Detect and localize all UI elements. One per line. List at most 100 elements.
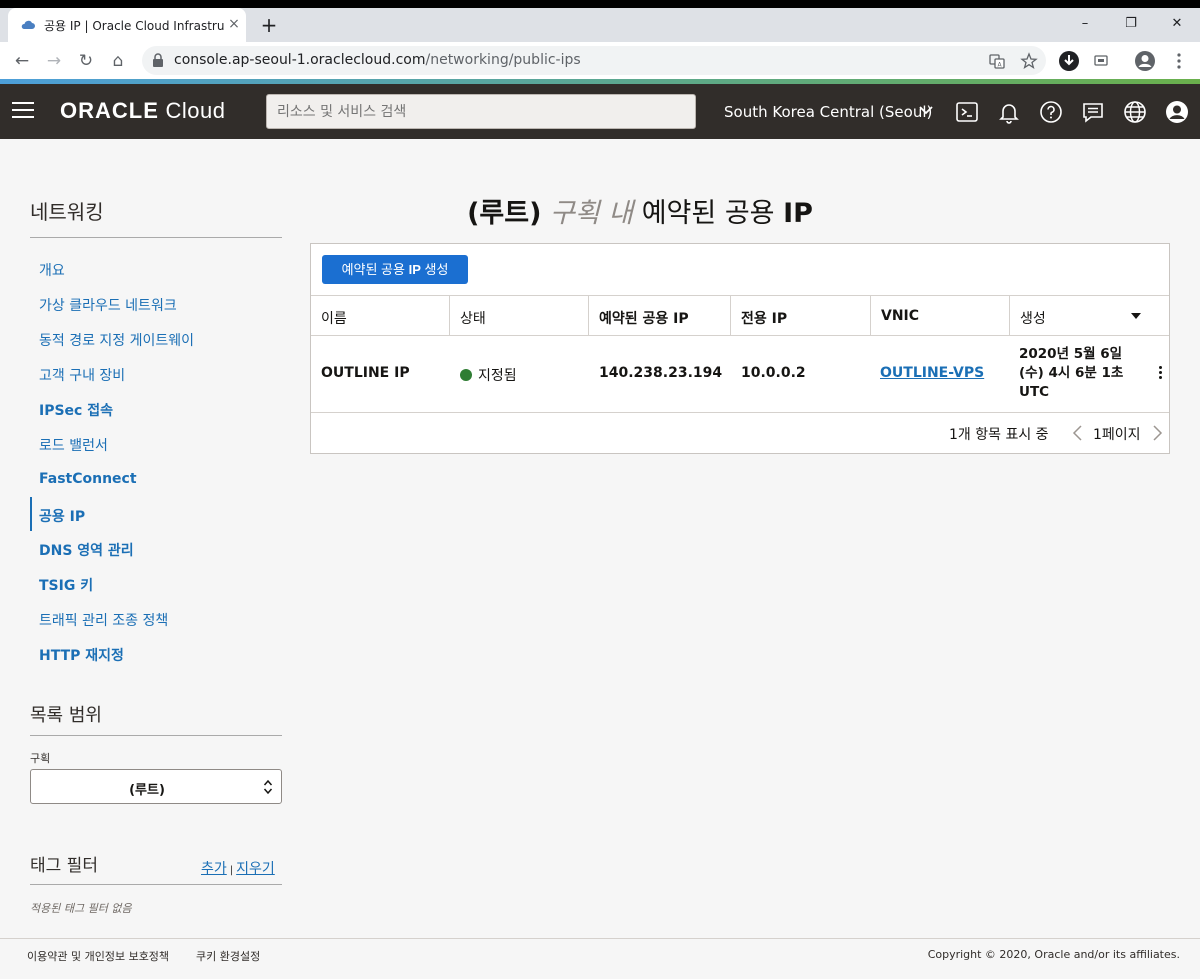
sidebar-item-vcn[interactable]: 가상 클라우드 네트워크 xyxy=(39,295,177,315)
brand-bold: ORACLE xyxy=(60,98,159,123)
pagination-page: 1페이지 xyxy=(1093,427,1141,443)
create-button-suffix: 생성 xyxy=(420,262,449,277)
reload-icon[interactable]: ↻ xyxy=(74,49,98,73)
active-item-indicator xyxy=(30,497,32,531)
sidebar-title: 네트워킹 xyxy=(30,200,104,224)
terms-privacy-link[interactable]: 이용약관 및 개인정보 보호정책 xyxy=(27,948,169,964)
help-icon[interactable] xyxy=(1039,100,1063,124)
cookie-preferences-link[interactable]: 쿠키 환경설정 xyxy=(196,948,260,964)
title-compartment: (루트) xyxy=(467,198,542,229)
scope-divider xyxy=(30,735,282,736)
table-header: 이름 상태 예약된 공용 IP 전용 IP VNIC 생성 xyxy=(311,295,1169,336)
title-main: 예약된 공용 xyxy=(641,198,784,229)
sidebar-item-drg[interactable]: 동적 경로 지정 게이트웨이 xyxy=(39,330,194,350)
clear-tag-filter-link[interactable]: 지우기 xyxy=(236,861,275,877)
status-available-icon xyxy=(460,369,472,381)
hamburger-menu-icon[interactable] xyxy=(12,102,34,120)
sidebar-item-traffic-steering[interactable]: 트래픽 관리 조종 정책 xyxy=(39,610,168,630)
tag-filter-title: 태그 필터 xyxy=(30,856,98,876)
chevron-right-icon[interactable] xyxy=(1150,425,1164,441)
column-header-created[interactable]: 생성 xyxy=(1010,296,1169,336)
profile-icon[interactable] xyxy=(1134,50,1156,72)
sidebar-item-http-redirect[interactable]: HTTP 재지정 xyxy=(39,645,124,665)
list-scope-title: 목록 범위 xyxy=(30,705,102,726)
sidebar-item-dns[interactable]: DNS 영역 관리 xyxy=(39,540,134,560)
url-host: console.ap-seoul-1.oraclecloud.com xyxy=(174,52,426,68)
table-row: OUTLINE IP 지정됨 140.238.23.194 10.0.0.2 O… xyxy=(311,336,1169,413)
row-actions-kebab-icon[interactable] xyxy=(1157,366,1163,382)
column-header-status[interactable]: 상태 xyxy=(450,296,589,336)
tab-title: 공용 IP | Oracle Cloud Infrastruc xyxy=(44,19,224,33)
page-title: (루트) 구획 내 예약된 공용 IP xyxy=(310,191,970,230)
tag-filter-actions: 추가 | 지우기 xyxy=(201,858,275,878)
title-ip: IP xyxy=(783,198,813,229)
public-ip-table-panel: 예약된 공용 IP 생성 이름 상태 예약된 공용 IP 전용 IP VNIC … xyxy=(310,243,1170,454)
sidebar-item-fastconnect[interactable]: FastConnect xyxy=(39,471,137,487)
cell-name: OUTLINE IP xyxy=(321,365,410,381)
brand-light: Cloud xyxy=(158,98,226,123)
translate-icon[interactable]: A xyxy=(988,52,1006,70)
tag-divider xyxy=(30,884,282,885)
chevron-down-icon[interactable] xyxy=(918,102,934,118)
cell-vnic-link[interactable]: OUTLINE-VPS xyxy=(880,365,984,381)
pagination: 1개 항목 표시 중 1페이지 xyxy=(311,422,1169,444)
compartment-label: 구획 xyxy=(30,752,51,765)
column-header-name[interactable]: 이름 xyxy=(311,296,450,336)
sidebar-divider xyxy=(30,237,282,238)
status-text: 지정됨 xyxy=(478,368,517,384)
sidebar-item-load-balancer[interactable]: 로드 밸런서 xyxy=(39,435,108,455)
tag-link-separator: | xyxy=(229,865,234,876)
cell-private-ip: 10.0.0.2 xyxy=(741,365,806,381)
resource-search-input[interactable] xyxy=(266,94,696,129)
star-icon[interactable] xyxy=(1020,52,1038,70)
column-header-private-ip[interactable]: 전용 IP xyxy=(731,296,871,336)
back-icon[interactable]: ← xyxy=(10,49,34,73)
sort-caret-icon[interactable] xyxy=(1131,313,1141,319)
column-header-vnic[interactable]: VNIC xyxy=(871,296,1010,336)
close-window-button[interactable]: ✕ xyxy=(1166,14,1188,34)
bell-icon[interactable] xyxy=(997,100,1021,124)
address-bar[interactable]: console.ap-seoul-1.oraclecloud.com/netwo… xyxy=(142,46,1046,75)
copyright-text: Copyright © 2020, Oracle and/or its affi… xyxy=(927,948,1180,961)
region-selector[interactable]: South Korea Central (Seoul) xyxy=(724,103,932,121)
sidebar-item-ipsec[interactable]: IPSec 접속 xyxy=(39,400,113,420)
forward-icon[interactable]: → xyxy=(42,49,66,73)
lock-icon xyxy=(153,53,163,67)
oracle-cloud-logo[interactable]: ORACLE Cloud xyxy=(60,98,225,124)
chevron-left-icon[interactable] xyxy=(1071,425,1085,441)
url-text: console.ap-seoul-1.oraclecloud.com/netwo… xyxy=(174,52,581,68)
chat-icon[interactable] xyxy=(1081,100,1105,124)
footer: 이용약관 및 개인정보 보호정책 쿠키 환경설정 Copyright © 202… xyxy=(0,939,1200,979)
browser-tab-strip: 공용 IP | Oracle Cloud Infrastruc × + – ❐ … xyxy=(0,8,1200,42)
compartment-select[interactable]: (루트) xyxy=(30,769,282,804)
sidebar-item-overview[interactable]: 개요 xyxy=(39,260,65,280)
add-tag-filter-link[interactable]: 추가 xyxy=(201,861,227,877)
sidebar-item-public-ip[interactable]: 공용 IP xyxy=(39,506,85,526)
select-arrows-icon xyxy=(263,779,273,795)
create-reserved-public-ip-button[interactable]: 예약된 공용 IP 생성 xyxy=(322,255,468,284)
title-connector: 구획 내 xyxy=(541,198,642,229)
user-icon[interactable] xyxy=(1165,100,1189,124)
column-header-public-ip[interactable]: 예약된 공용 IP xyxy=(589,296,731,336)
url-path: /networking/public-ips xyxy=(425,52,581,68)
cloud-shell-icon[interactable] xyxy=(955,100,979,124)
tab-close-icon[interactable]: × xyxy=(226,16,242,32)
create-button-text: 예약된 공용 xyxy=(341,262,409,277)
sidebar-item-tsig[interactable]: TSIG 키 xyxy=(39,575,93,595)
media-icon[interactable] xyxy=(1090,50,1112,72)
cell-created: 2020년 5월 6일 (수) 4시 6분 1초 UTC xyxy=(1019,346,1124,400)
new-tab-button[interactable]: + xyxy=(258,14,280,36)
create-button-ip: IP xyxy=(408,262,421,277)
cell-status: 지정됨 xyxy=(460,365,517,385)
home-icon[interactable]: ⌂ xyxy=(106,49,130,73)
window-frame-top xyxy=(0,0,1200,8)
sidebar-item-cpe[interactable]: 고객 구내 장비 xyxy=(39,365,125,385)
menu-icon[interactable] xyxy=(1168,50,1190,72)
globe-icon[interactable] xyxy=(1123,100,1147,124)
download-icon[interactable] xyxy=(1058,50,1080,72)
browser-tab[interactable]: 공용 IP | Oracle Cloud Infrastruc × xyxy=(8,8,246,42)
minimize-button[interactable]: – xyxy=(1074,14,1096,34)
tag-filter-empty: 적용된 태그 필터 없음 xyxy=(30,902,132,915)
created-header-label: 생성 xyxy=(1020,311,1046,327)
maximize-button[interactable]: ❐ xyxy=(1120,14,1142,34)
